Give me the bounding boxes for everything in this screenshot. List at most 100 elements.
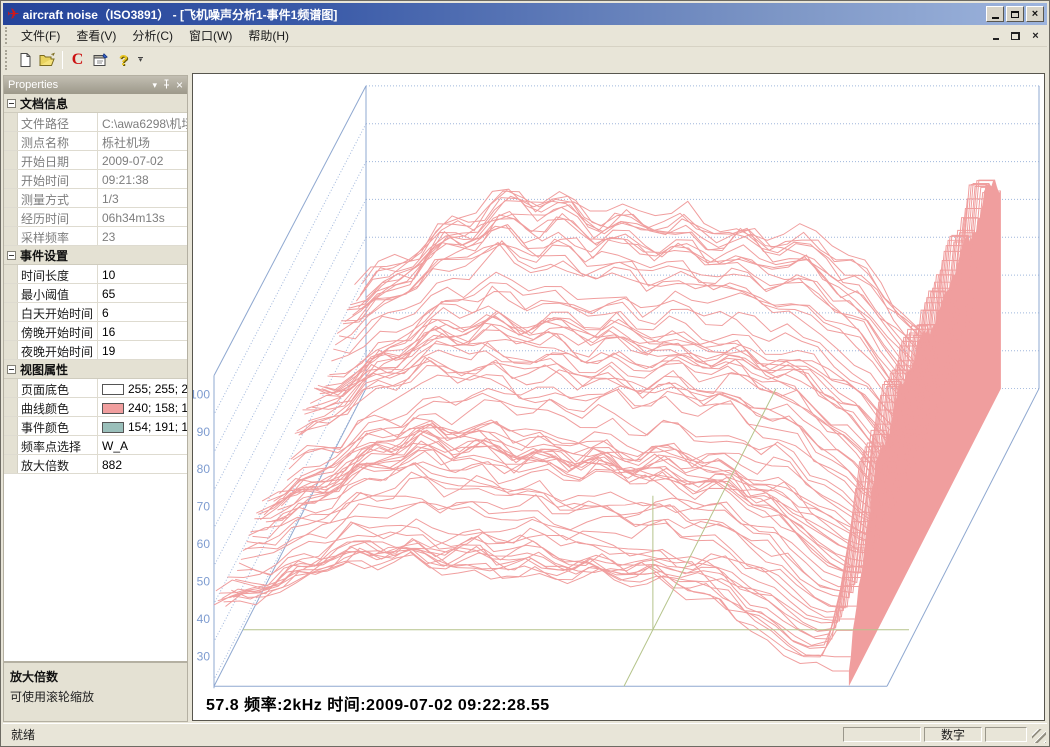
property-value[interactable]: 10 xyxy=(98,265,187,283)
value-axis-tick-label: 30 xyxy=(197,649,211,663)
new-document-button[interactable] xyxy=(13,49,36,71)
open-folder-icon xyxy=(39,52,56,68)
property-value[interactable]: 6 xyxy=(98,303,187,321)
maximize-button[interactable] xyxy=(1006,6,1024,22)
property-value[interactable]: 2009-07-02 xyxy=(98,151,187,169)
mdi-minimize-button[interactable] xyxy=(987,28,1004,43)
property-row[interactable]: 测量方式1/3 xyxy=(4,189,187,208)
row-indent xyxy=(4,132,18,150)
property-value-text: 16 xyxy=(102,325,115,339)
property-category-label: 文档信息 xyxy=(20,95,68,112)
property-value[interactable]: 240; 158; 158 xyxy=(98,398,187,416)
menu-item-1[interactable]: 文件(F) xyxy=(13,27,68,45)
property-category-label: 视图属性 xyxy=(20,361,68,378)
title-bar[interactable]: ✈ aircraft noise（ISO3891） - [飞机噪声分析1-事件1… xyxy=(3,3,1047,25)
property-value[interactable]: 255; 255; 255 xyxy=(98,379,187,397)
properties-button[interactable] xyxy=(89,49,112,71)
property-value-text: 255; 255; 255 xyxy=(128,382,187,396)
help-button[interactable]: ? xyxy=(112,49,135,71)
collapse-icon[interactable] xyxy=(7,251,16,260)
panel-close-icon[interactable]: × xyxy=(176,79,183,91)
property-row[interactable]: 测点名称栎社机场 xyxy=(4,132,187,151)
menu-item-5[interactable]: 帮助(H) xyxy=(240,27,297,45)
property-value[interactable]: 栎社机场 xyxy=(98,132,187,150)
property-value[interactable]: C:\awa6298\机场 xyxy=(98,113,187,131)
property-row[interactable]: 最小阈值65 xyxy=(4,284,187,303)
property-row[interactable]: 经历时间06h34m13s xyxy=(4,208,187,227)
property-row[interactable]: 白天开始时间6 xyxy=(4,303,187,322)
row-indent xyxy=(4,417,18,435)
property-row[interactable]: 采样频率 23 xyxy=(4,227,187,246)
property-category[interactable]: 事件设置 xyxy=(4,246,187,265)
property-label: 测点名称 xyxy=(18,132,98,150)
property-value[interactable]: 06h34m13s xyxy=(98,208,187,226)
collapse-icon[interactable] xyxy=(7,99,16,108)
property-row[interactable]: 时间长度10 xyxy=(4,265,187,284)
property-label: 开始日期 xyxy=(18,151,98,169)
toolbar-overflow-button[interactable]: ▾ xyxy=(135,49,146,71)
property-grid-empty-space xyxy=(4,474,187,661)
toolbar-separator xyxy=(62,51,63,69)
property-row[interactable]: 频率点选择W_A xyxy=(4,436,187,455)
property-value-text: 1/3 xyxy=(102,192,119,206)
property-value[interactable]: 16 xyxy=(98,322,187,340)
row-indent xyxy=(4,189,18,207)
menu-item-4[interactable]: 窗口(W) xyxy=(181,27,240,45)
pin-icon[interactable] xyxy=(162,79,171,91)
color-swatch xyxy=(102,403,124,414)
spectrum-trace xyxy=(218,553,853,657)
menu-item-2[interactable]: 查看(V) xyxy=(68,27,124,45)
property-row[interactable]: 夜晚开始时间19 xyxy=(4,341,187,360)
property-row[interactable]: 傍晚开始时间 16 xyxy=(4,322,187,341)
mdi-restore-button[interactable] xyxy=(1007,28,1024,43)
property-row[interactable]: 放大倍数882 xyxy=(4,455,187,474)
property-row[interactable]: 文件路径C:\awa6298\机场 xyxy=(4,113,187,132)
color-swatch xyxy=(102,422,124,433)
window-title: aircraft noise（ISO3891） - [飞机噪声分析1-事件1频谱… xyxy=(23,6,986,23)
calibration-button[interactable]: C xyxy=(66,49,89,71)
property-row[interactable]: 开始时间09:21:38 xyxy=(4,170,187,189)
property-value[interactable]: 1/3 xyxy=(98,189,187,207)
property-value[interactable]: 154; 191; 186 xyxy=(98,417,187,435)
panel-menu-icon[interactable]: ▾ xyxy=(152,81,157,90)
property-value-text: 23 xyxy=(102,230,115,244)
property-row[interactable]: 事件颜色154; 191; 186 xyxy=(4,417,187,436)
property-value[interactable]: W_A xyxy=(98,436,187,454)
property-value[interactable]: 882 xyxy=(98,455,187,473)
mdi-close-button[interactable]: × xyxy=(1027,28,1044,43)
property-value[interactable]: 23 xyxy=(98,227,187,245)
collapse-icon[interactable] xyxy=(7,365,16,374)
value-axis-tick-label: 40 xyxy=(197,612,211,626)
minimize-button[interactable] xyxy=(986,6,1004,22)
property-label: 时间长度 xyxy=(18,265,98,283)
row-indent xyxy=(4,170,18,188)
property-category[interactable]: 视图属性 xyxy=(4,360,187,379)
property-value[interactable]: 09:21:38 xyxy=(98,170,187,188)
new-document-icon xyxy=(17,52,33,68)
property-label: 采样频率 xyxy=(18,227,98,245)
resize-grip[interactable] xyxy=(1032,729,1046,743)
property-row[interactable]: 曲线颜色240; 158; 158 xyxy=(4,398,187,417)
menubar-grip[interactable] xyxy=(5,27,10,44)
value-axis-tick-label: 90 xyxy=(197,425,211,439)
property-label: 傍晚开始时间 xyxy=(18,322,98,340)
spectrum-trace xyxy=(356,187,991,378)
properties-panel-titlebar[interactable]: Properties ▾ × xyxy=(4,76,187,94)
open-file-button[interactable] xyxy=(36,49,59,71)
status-cell-1 xyxy=(843,727,921,742)
toolbar-grip[interactable] xyxy=(5,50,10,71)
row-indent xyxy=(4,303,18,321)
property-row[interactable]: 页面底色255; 255; 255 xyxy=(4,379,187,398)
spectrogram-3d-plot[interactable]: 10090807060504030 xyxy=(193,74,1044,720)
property-category[interactable]: 文档信息 xyxy=(4,94,187,113)
property-row[interactable]: 开始日期2009-07-02 xyxy=(4,151,187,170)
spectrum-trace xyxy=(216,547,851,657)
property-description-box: 放大倍数 可使用滚轮缩放 xyxy=(4,661,187,721)
property-value[interactable]: 19 xyxy=(98,341,187,359)
property-value[interactable]: 65 xyxy=(98,284,187,302)
property-value-text: 65 xyxy=(102,287,115,301)
property-label: 曲线颜色 xyxy=(18,398,98,416)
close-button[interactable]: × xyxy=(1026,6,1044,22)
menu-item-3[interactable]: 分析(C) xyxy=(124,27,181,45)
row-indent xyxy=(4,113,18,131)
